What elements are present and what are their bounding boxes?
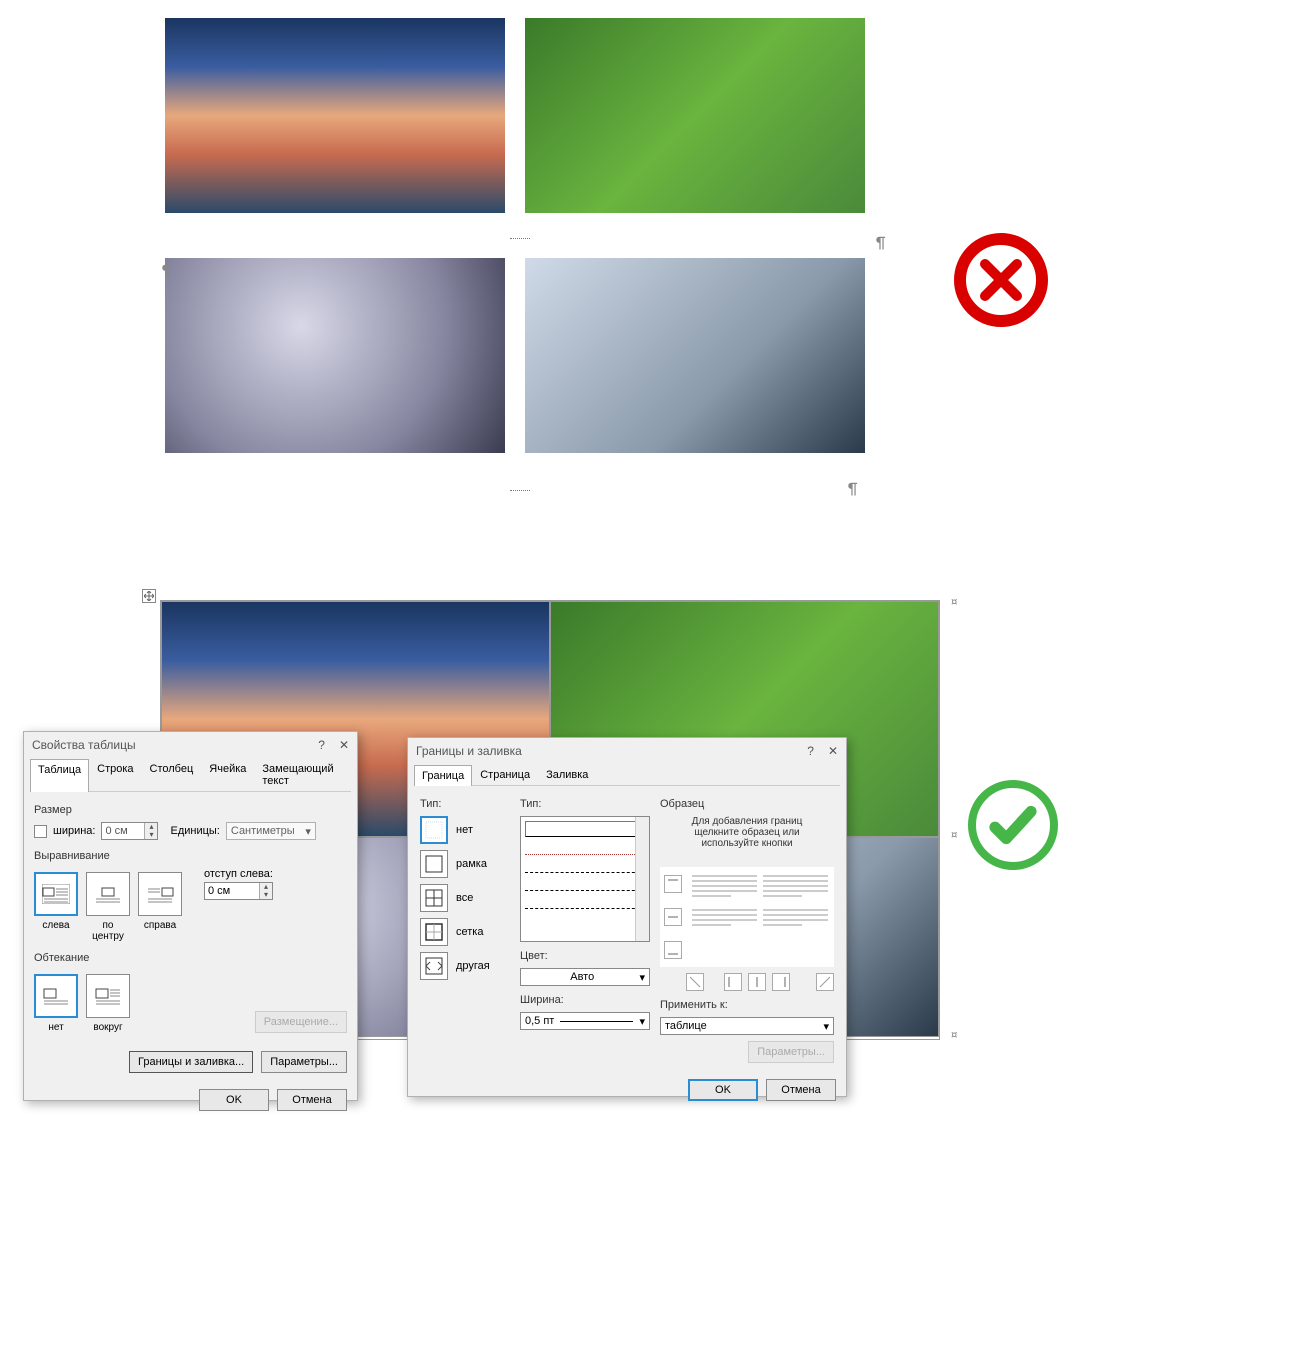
border-width-select[interactable]: 0,5 пт▾ [520,1012,650,1030]
chevron-down-icon: ▾ [639,1015,645,1028]
scrollbar[interactable] [635,817,649,941]
setting-none[interactable]: нет [420,816,510,844]
end-of-cell-mark-icon: ¤ [951,828,957,843]
dialog-title: Свойства таблицы [32,738,136,752]
pilcrow-icon: ¶ [876,234,885,253]
setting-custom[interactable]: другая [420,952,510,980]
apply-to-label: Применить к: [660,999,834,1011]
size-group-label: Размер [34,804,347,816]
preview-diag-up-button[interactable] [816,973,834,991]
tab-shading[interactable]: Заливка [538,764,596,785]
width-label: ширина: [53,825,95,837]
image-grid-invisible-table [165,18,865,453]
setting-all[interactable]: все [420,884,510,912]
help-icon[interactable]: ? [318,738,325,752]
image-woman-portrait [525,258,865,453]
tab-column[interactable]: Столбец [142,758,202,791]
style-group-label: Тип: [520,798,650,810]
spin-down-icon[interactable]: ▾ [144,831,157,839]
invisible-border-hint [510,238,530,239]
units-select[interactable]: Сантиметры▾ [226,822,316,840]
tab-table[interactable]: Таблица [30,759,89,792]
invisible-border-hint [510,490,530,491]
preview-top-border-button[interactable] [664,875,682,893]
tab-page-border[interactable]: Страница [472,764,538,785]
style-solid[interactable] [525,821,645,837]
style-dashdot[interactable] [525,895,645,909]
border-style-list[interactable] [520,816,650,942]
align-left-button[interactable] [34,872,78,916]
end-of-cell-mark-icon: ¤ [951,595,957,610]
wrap-none-label: нет [34,1022,78,1033]
chevron-down-icon: ▾ [305,825,311,838]
options-button: Параметры... [748,1041,834,1063]
close-icon[interactable]: ✕ [339,738,349,752]
preview-inside-h-border-button[interactable] [664,908,682,926]
table-move-handle-icon[interactable] [142,589,156,603]
align-right-label: справа [138,920,182,942]
style-dotted[interactable] [525,841,645,855]
help-icon[interactable]: ? [807,744,814,758]
dialog-title: Границы и заливка [416,744,522,758]
indent-left-label: отступ слева: [204,868,273,880]
wrap-around-label: вокруг [86,1022,130,1033]
end-of-cell-mark-icon: ¤ [951,1028,957,1043]
width-label: Ширина: [520,994,650,1006]
align-center-label: по центру [86,920,130,942]
options-button[interactable]: Параметры... [261,1051,347,1073]
preview-left-border-button[interactable] [724,973,742,991]
borders-shading-dialog: Границы и заливка ? ✕ Граница Страница З… [407,737,847,1097]
positioning-button: Размещение... [255,1011,347,1033]
width-spinner[interactable]: ▴▾ [101,822,158,840]
wrap-around-button[interactable] [86,974,130,1018]
pilcrow-icon: ¶ [162,262,171,281]
wrong-mark-icon [954,233,1048,327]
pilcrow-icon: ¶ [848,480,857,499]
units-label: Единицы: [170,825,219,837]
alignment-group-label: Выравнивание [34,850,347,862]
correct-mark-icon [968,780,1058,870]
image-electric-guitar [165,258,505,453]
align-center-button[interactable] [86,872,130,916]
align-right-button[interactable] [138,872,182,916]
borders-shading-button[interactable]: Границы и заливка... [129,1051,253,1073]
wrap-none-button[interactable] [34,974,78,1018]
preview-help-text: Для добавления границ щелкните образец и… [660,816,834,849]
tab-cell[interactable]: Ячейка [201,758,254,791]
apply-to-select[interactable]: таблице▾ [660,1017,834,1035]
width-checkbox[interactable] [34,825,47,838]
preview-group-label: Образец [660,798,834,810]
cancel-button[interactable]: Отмена [766,1079,836,1101]
preview-bottom-border-button[interactable] [664,941,682,959]
setting-group-label: Тип: [420,798,510,810]
tab-borders[interactable]: Граница [414,765,472,786]
image-sunset-lake [165,18,505,213]
chevron-down-icon: ▾ [823,1020,829,1033]
cancel-button[interactable]: Отмена [277,1089,347,1111]
close-icon[interactable]: ✕ [828,744,838,758]
tab-row[interactable]: Строка [89,758,141,791]
setting-grid[interactable]: сетка [420,918,510,946]
border-preview[interactable] [660,867,834,967]
spin-down-icon[interactable]: ▾ [259,891,272,899]
table-properties-dialog: Свойства таблицы ? ✕ Таблица Строка Стол… [23,731,358,1101]
ok-button[interactable]: OK [688,1079,758,1101]
indent-spinner[interactable]: ▴▾ [204,882,273,900]
color-label: Цвет: [520,950,650,962]
tab-alt-text[interactable]: Замещающий текст [254,758,351,791]
border-color-select[interactable]: Авто▾ [520,968,650,986]
preview-right-border-button[interactable] [772,973,790,991]
setting-box[interactable]: рамка [420,850,510,878]
ok-button[interactable]: OK [199,1089,269,1111]
style-dashed-sm[interactable] [525,859,645,873]
preview-diag-down-button[interactable] [686,973,704,991]
align-left-label: слева [34,920,78,942]
image-butterfly-leaf [525,18,865,213]
chevron-down-icon: ▾ [639,971,645,984]
wrap-group-label: Обтекание [34,952,347,964]
style-dashed[interactable] [525,877,645,891]
preview-inside-v-border-button[interactable] [748,973,766,991]
